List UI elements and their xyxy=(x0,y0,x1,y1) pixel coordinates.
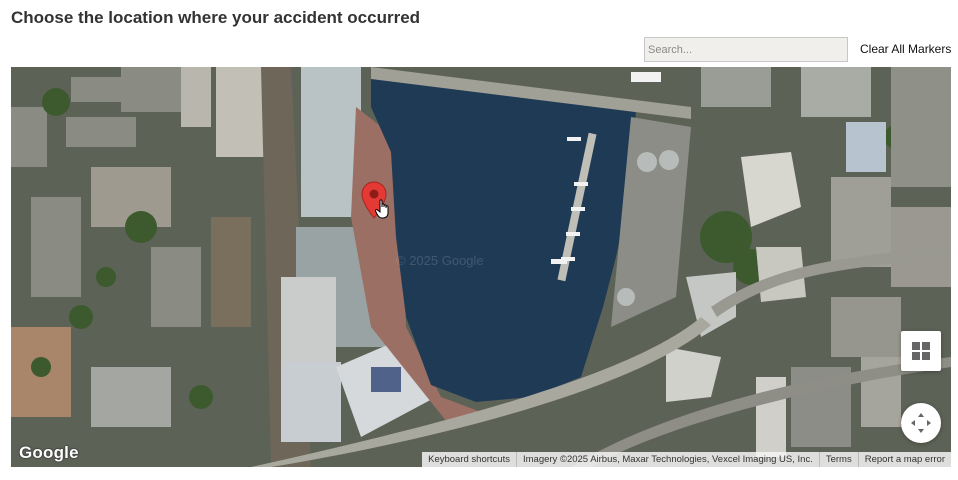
page-title: Choose the location where your accident … xyxy=(11,8,421,27)
google-logo: Google xyxy=(19,443,79,462)
imagery-credit: Imagery ©2025 Airbus, Maxar Technologies… xyxy=(515,452,819,467)
hand-cursor-icon xyxy=(374,198,393,225)
terms-link[interactable]: Terms xyxy=(818,452,858,467)
pan-arrows-icon xyxy=(911,413,931,433)
map-type-button[interactable] xyxy=(901,331,941,371)
map-watermark: © 2025 Google xyxy=(396,253,484,268)
clear-all-markers-button[interactable]: Clear All Markers xyxy=(860,42,951,56)
keyboard-shortcuts-link[interactable]: Keyboard shortcuts xyxy=(422,452,516,467)
report-map-error-link[interactable]: Report a map error xyxy=(857,452,951,467)
map-canvas[interactable]: © 2025 Google Google Keyboard shortcuts … xyxy=(11,67,951,467)
search-input[interactable] xyxy=(644,37,848,62)
camera-control-button[interactable] xyxy=(901,403,941,443)
map-attribution: Keyboard shortcuts Imagery ©2025 Airbus,… xyxy=(422,452,951,467)
grid-icon xyxy=(912,342,930,360)
